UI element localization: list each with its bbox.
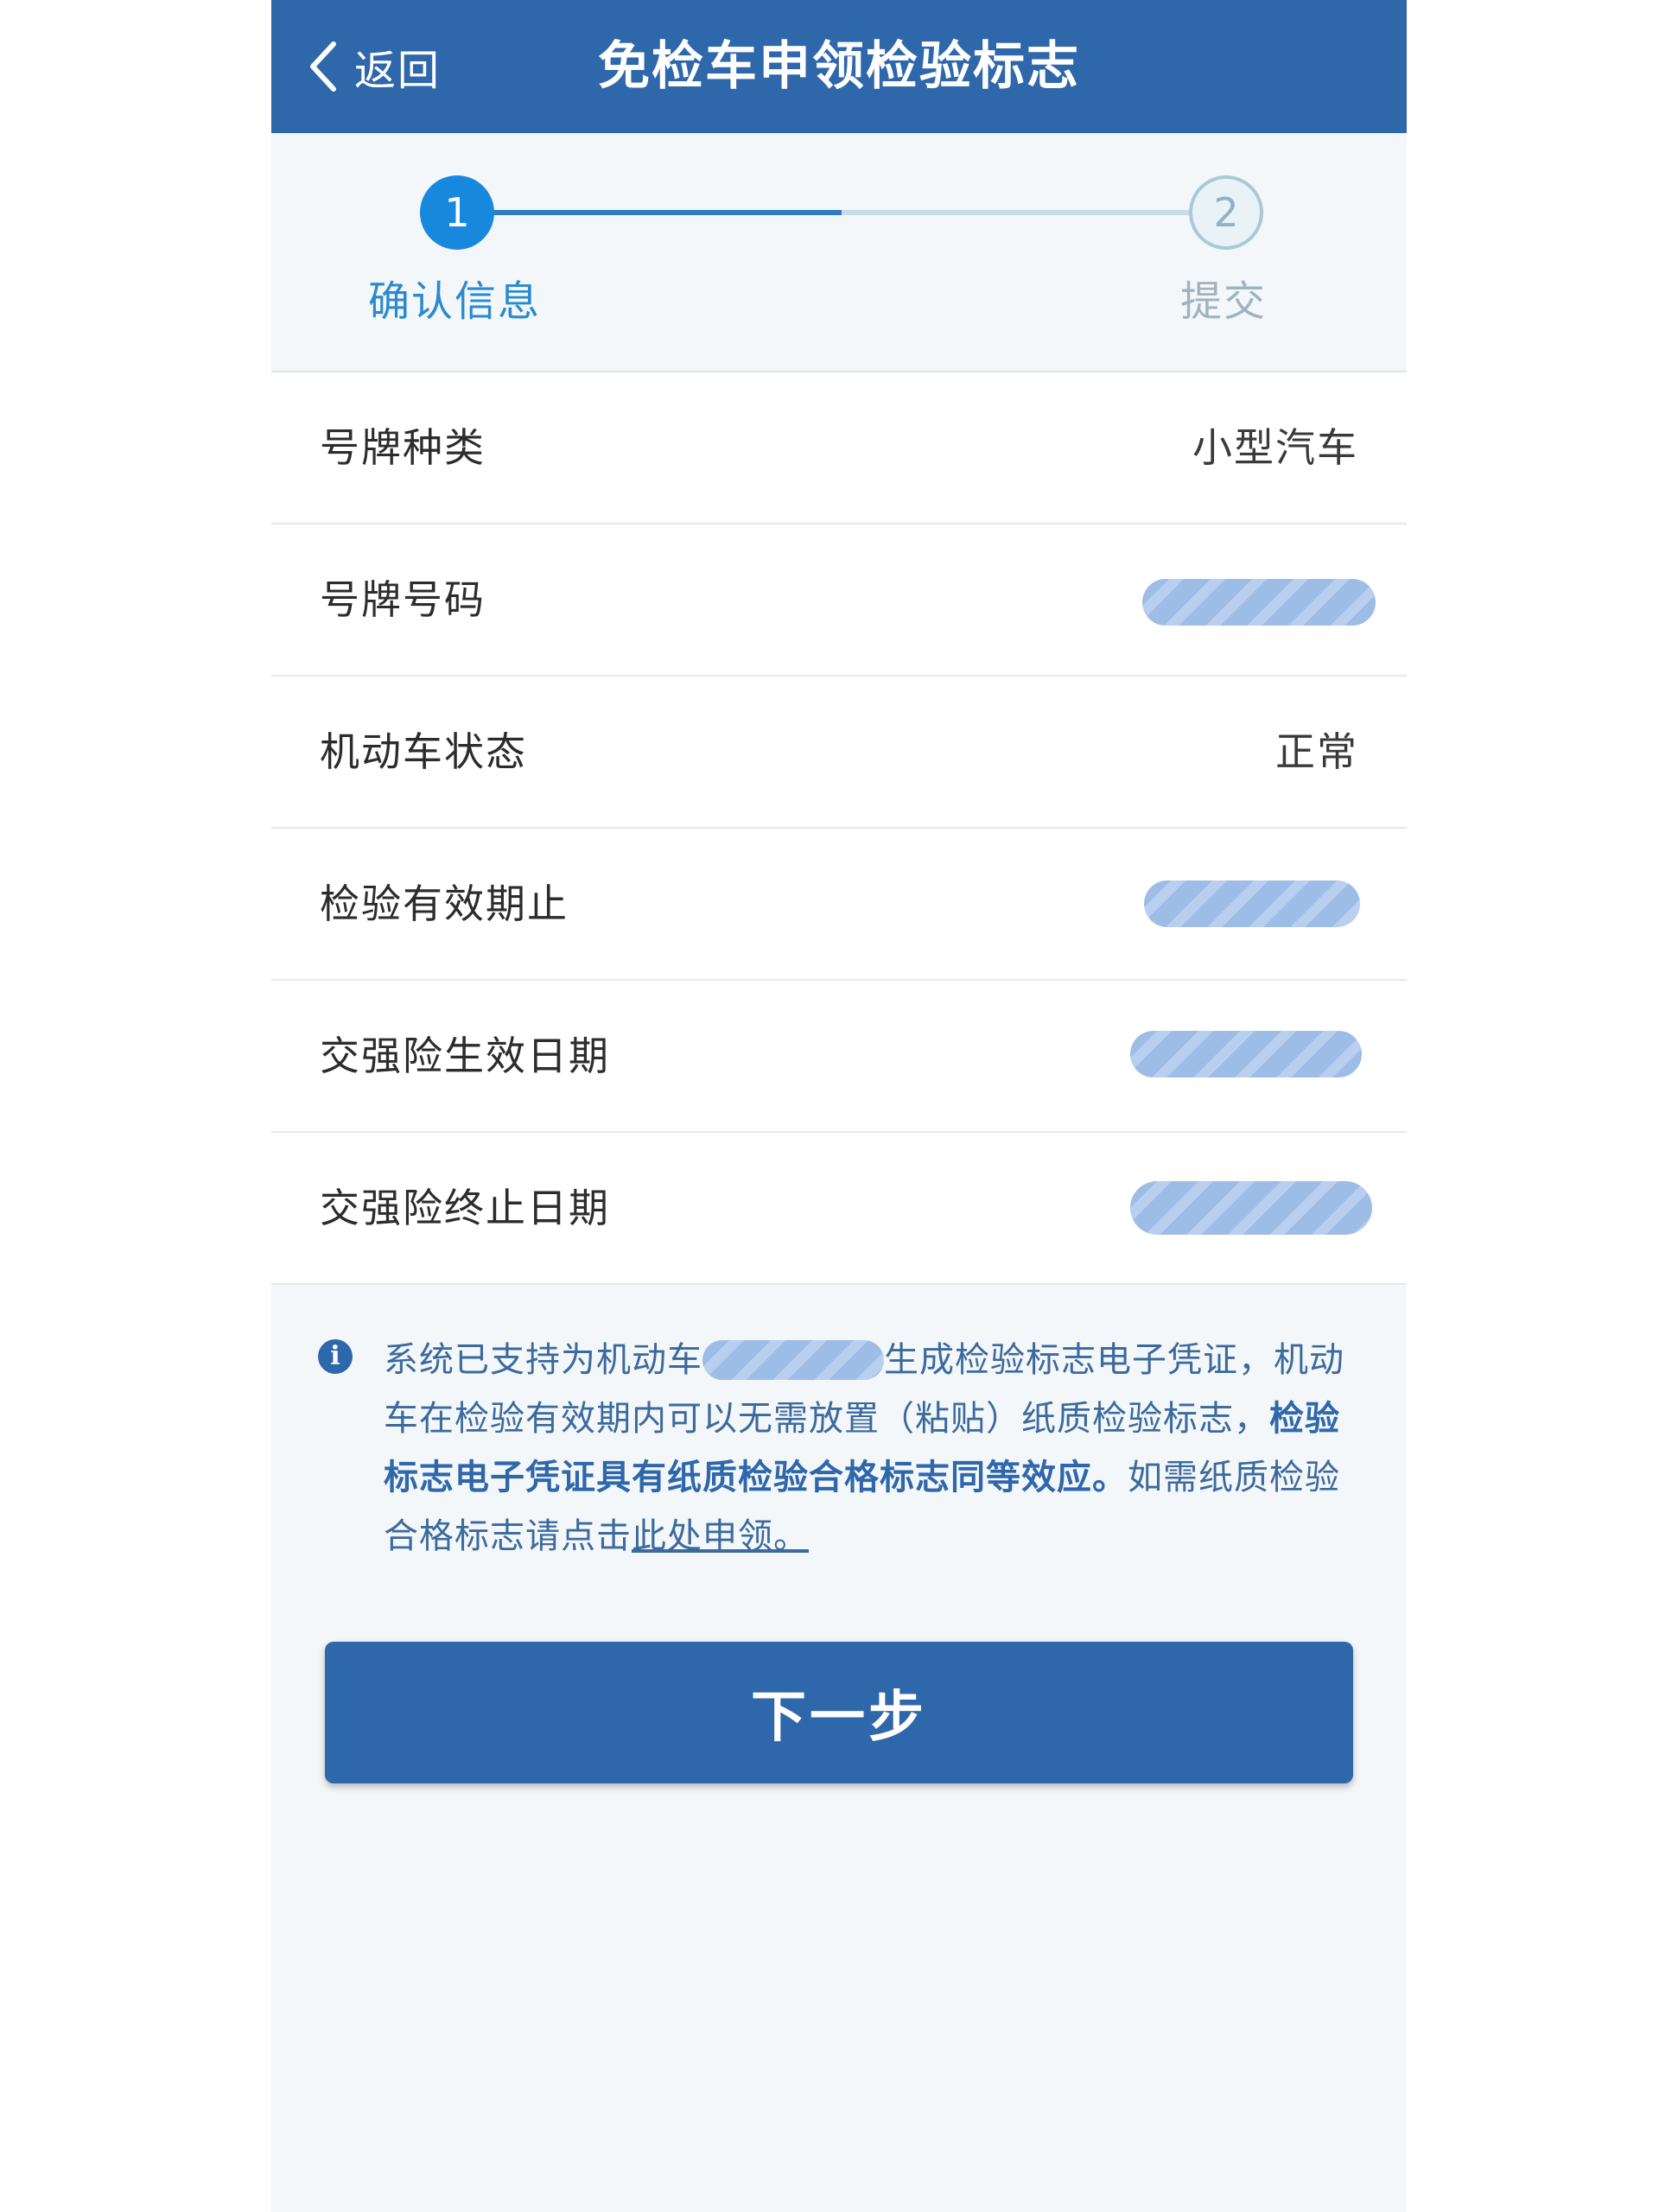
- row-value: 正常: [1275, 728, 1358, 775]
- next-step-button[interactable]: 下一步: [325, 1642, 1353, 1783]
- redacted-value: [1142, 579, 1376, 626]
- redacted-text: [702, 1340, 884, 1380]
- notice-text: 系统已支持为机动车 生成检验标志电子凭证，机动车在检验有效期内可以无需放置（粘贴）…: [384, 1331, 1369, 1566]
- row-label: 交强险终止日期: [320, 1185, 610, 1231]
- row-plate-number: 号牌号码: [271, 524, 1407, 677]
- redacted-value: [1144, 880, 1360, 927]
- header-bar: 返回 免检车申领检验标志: [271, 0, 1407, 133]
- row-label: 号牌号码: [320, 576, 486, 623]
- row-insurance-end: 交强险终止日期: [271, 1133, 1407, 1285]
- app-screen: 返回 免检车申领检验标志 1 2 确认信息 提交 号牌种类 小型汽车 号牌号码 …: [271, 0, 1407, 2212]
- row-inspection-expiry: 检验有效期止: [271, 829, 1407, 981]
- row-vehicle-status: 机动车状态 正常: [271, 677, 1407, 829]
- notice-text-part: 系统已支持为机动车: [384, 1340, 702, 1380]
- vehicle-info-list: 号牌种类 小型汽车 号牌号码 机动车状态 正常 检验有效期止 交强险生效日期 交…: [271, 372, 1407, 1285]
- step-2-label: 提交: [1180, 277, 1268, 326]
- row-value: 小型汽车: [1192, 424, 1358, 471]
- row-insurance-start: 交强险生效日期: [271, 981, 1407, 1133]
- apply-here-link[interactable]: 此处申领。: [632, 1516, 809, 1556]
- info-icon: i: [318, 1339, 353, 1374]
- row-label: 号牌种类: [320, 424, 486, 471]
- row-label: 检验有效期止: [320, 880, 569, 927]
- page-title: 免检车申领检验标志: [598, 36, 1080, 97]
- step-1-label: 确认信息: [368, 277, 542, 326]
- row-plate-type: 号牌种类 小型汽车: [271, 372, 1407, 524]
- progress-stepper: 1 2 确认信息 提交: [271, 133, 1407, 372]
- step-progress-line-active: [456, 210, 842, 215]
- redacted-value: [1130, 1031, 1362, 1077]
- step-1-circle: 1: [420, 175, 494, 250]
- redacted-value: [1130, 1181, 1372, 1235]
- row-label: 机动车状态: [320, 728, 527, 775]
- step-progress-line-inactive: [842, 210, 1205, 215]
- row-label: 交强险生效日期: [320, 1033, 610, 1079]
- step-2-circle: 2: [1189, 175, 1263, 250]
